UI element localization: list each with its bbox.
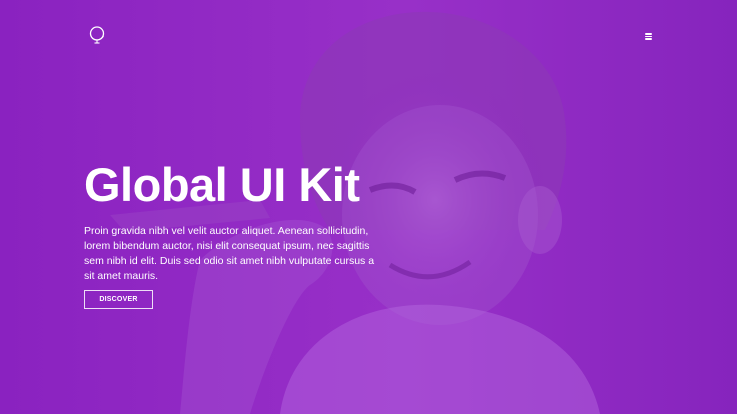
- menu-line: [645, 35, 652, 37]
- logo-globe-icon[interactable]: [88, 25, 106, 45]
- menu-line: [645, 38, 652, 40]
- hero-title: Global UI Kit: [84, 158, 360, 211]
- hero-section: Global UI Kit Proin gravida nibh vel vel…: [0, 0, 737, 414]
- menu-line: [645, 33, 652, 35]
- hamburger-menu-icon[interactable]: [643, 30, 655, 42]
- discover-button[interactable]: DISCOVER: [84, 290, 153, 309]
- hero-description: Proin gravida nibh vel velit auctor aliq…: [84, 225, 375, 282]
